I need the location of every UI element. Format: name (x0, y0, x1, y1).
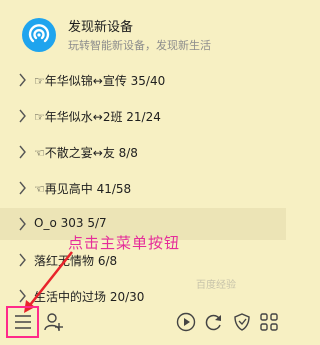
chevron-right-icon (19, 181, 26, 195)
bottom-toolbar (0, 300, 286, 345)
chevron-right-icon (19, 253, 26, 267)
device-logo-icon (22, 18, 56, 52)
chevron-right-icon (19, 217, 26, 231)
device-title: 发现新设备 (68, 20, 134, 35)
chevron-right-icon (19, 73, 26, 87)
chevron-right-icon (19, 109, 26, 123)
group-row[interactable]: ☜不散之宴↔友 8/8 (0, 136, 286, 168)
discover-device-banner[interactable]: 发现新设备 玩转智能新设备，发现新生活 (0, 4, 286, 62)
apps-grid-icon[interactable] (260, 313, 278, 331)
add-contact-icon[interactable] (44, 312, 64, 332)
group-label: 落红无情物 6/8 (34, 254, 118, 268)
group-label: O_o 303 5/7 (34, 216, 107, 230)
group-row[interactable]: ☜再见高中 41/58 (0, 172, 286, 204)
play-icon[interactable] (176, 312, 196, 332)
refresh-icon[interactable] (204, 312, 224, 332)
shield-icon[interactable] (232, 312, 252, 332)
device-subtitle: 玩转智能新设备，发现新生活 (68, 39, 211, 52)
main-menu-highlight-box (6, 306, 39, 338)
group-label: ☜不散之宴↔友 8/8 (34, 146, 138, 160)
annotation-label: 点击主菜单按钮 (68, 234, 181, 252)
group-label: ☞年华似水↔2班 21/24 (34, 110, 161, 124)
group-row[interactable]: ☞年华似锦↔宣传 35/40 (0, 64, 286, 96)
group-label: ☞年华似锦↔宣传 35/40 (34, 74, 166, 88)
chevron-right-icon (19, 145, 26, 159)
group-row[interactable]: ☞年华似水↔2班 21/24 (0, 100, 286, 132)
group-label: ☜再见高中 41/58 (34, 182, 132, 196)
watermark-text: 百度经验 (196, 280, 236, 291)
